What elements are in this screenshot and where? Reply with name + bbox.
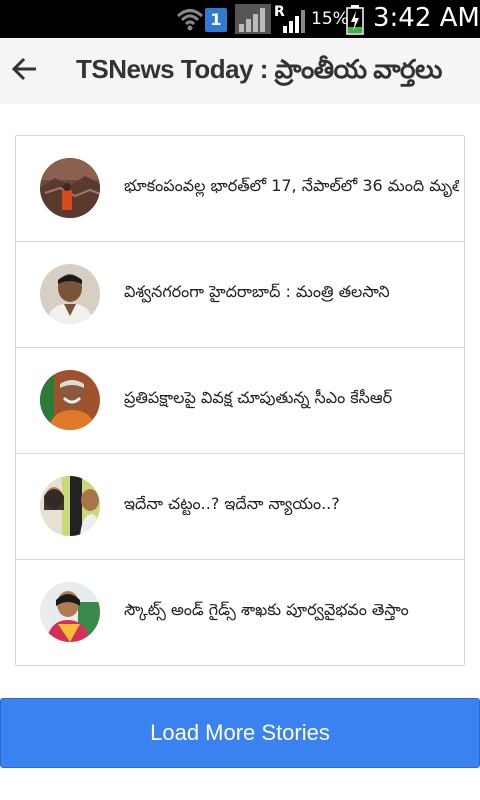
battery-charging-icon xyxy=(346,5,364,35)
page-title: TSNews Today : ప్రాంతీయ వార్తలు xyxy=(76,54,442,84)
story-headline: స్కౌట్స్ అండ్ గైడ్స్ శాఖకు పూర్వవైభవం తె… xyxy=(124,600,409,619)
list-item[interactable]: భూకంపంవల్ల భారత్‌లో 17, నేపాల్‌లో 36 మంద… xyxy=(16,136,464,242)
minister-photo xyxy=(40,264,100,324)
list-item[interactable]: ఇదేనా చట్టం..? ఇదేనా న్యాయం..? xyxy=(16,454,464,560)
status-bar: 1 R 15% 3:42 AM xyxy=(0,0,480,38)
arrow-left-icon[interactable] xyxy=(8,52,42,86)
leader-photo xyxy=(40,582,100,642)
load-more-button[interactable]: Load More Stories xyxy=(0,698,480,768)
signal-icon xyxy=(235,4,271,34)
wifi-icon xyxy=(176,9,204,31)
sim-icon: 1 xyxy=(205,8,227,32)
list-item[interactable]: స్కౌట్స్ అండ్ గైడ్స్ శాఖకు పూర్వవైభవం తె… xyxy=(16,560,464,665)
list-item[interactable]: ప్రతిపక్షాలపై వివక్ష చూపుతున్న సీఎం కేసీ… xyxy=(16,348,464,454)
story-headline: భూకంపంవల్ల భారత్‌లో 17, నేపాల్‌లో 36 మంద… xyxy=(124,176,459,195)
battery-percent: 15% xyxy=(311,9,349,29)
earthquake-photo xyxy=(40,158,100,218)
signal-icon xyxy=(283,10,305,33)
story-list: భూకంపంవల్ల భారత్‌లో 17, నేపాల్‌లో 36 మంద… xyxy=(15,135,465,666)
people-photo xyxy=(40,476,100,536)
app-bar: TSNews Today : ప్రాంతీయ వార్తలు xyxy=(0,38,480,104)
clock: 3:42 AM xyxy=(373,3,480,33)
story-headline: విశ్వనగరంగా హైదరాబాద్ : మంత్రి తలసాని xyxy=(124,282,390,301)
list-item[interactable]: విశ్వనగరంగా హైదరాబాద్ : మంత్రి తలసాని xyxy=(16,242,464,348)
cm-photo xyxy=(40,370,100,430)
story-headline: ఇదేనా చట్టం..? ఇదేనా న్యాయం..? xyxy=(124,494,340,513)
story-headline: ప్రతిపక్షాలపై వివక్ష చూపుతున్న సీఎం కేసీ… xyxy=(124,388,393,407)
